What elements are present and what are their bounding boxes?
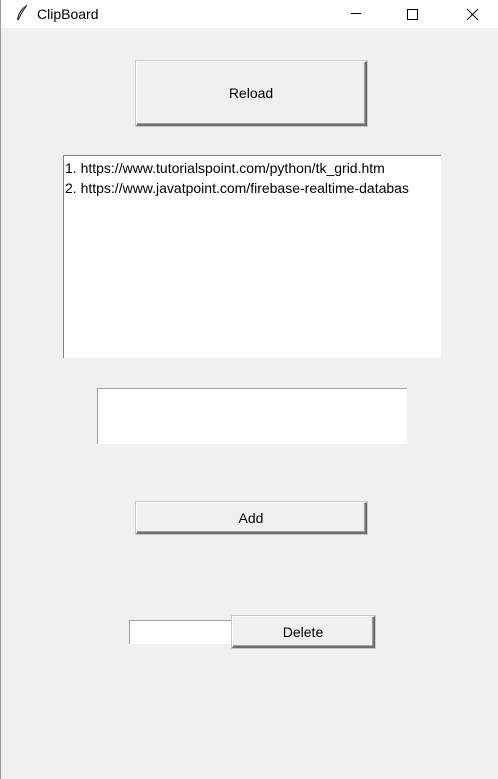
title-bar[interactable]: ClipBoard <box>1 0 498 28</box>
list-item[interactable]: 2. https://www.javatpoint.com/firebase-r… <box>65 178 441 198</box>
add-entry-frame <box>97 388 407 444</box>
delete-index-input[interactable] <box>130 621 233 644</box>
maximize-icon <box>407 9 418 20</box>
close-icon <box>466 8 478 20</box>
minimize-button[interactable] <box>333 0 379 28</box>
list-item[interactable]: 1. https://www.tutorialspoint.com/python… <box>65 158 441 178</box>
window-title: ClipBoard <box>37 6 99 22</box>
feather-icon <box>15 4 29 22</box>
clipboard-window: ClipBoard Reload 1. https://www.tutorial… <box>0 0 498 779</box>
delete-entry-frame <box>129 620 233 644</box>
add-button[interactable]: Add <box>136 502 367 534</box>
add-text-input[interactable] <box>98 389 407 444</box>
reload-button[interactable]: Reload <box>136 61 367 126</box>
maximize-button[interactable] <box>389 0 435 28</box>
close-button[interactable] <box>449 0 495 28</box>
clipboard-listbox[interactable]: 1. https://www.tutorialspoint.com/python… <box>63 155 441 358</box>
delete-button[interactable]: Delete <box>232 616 375 648</box>
minimize-icon <box>351 13 361 14</box>
